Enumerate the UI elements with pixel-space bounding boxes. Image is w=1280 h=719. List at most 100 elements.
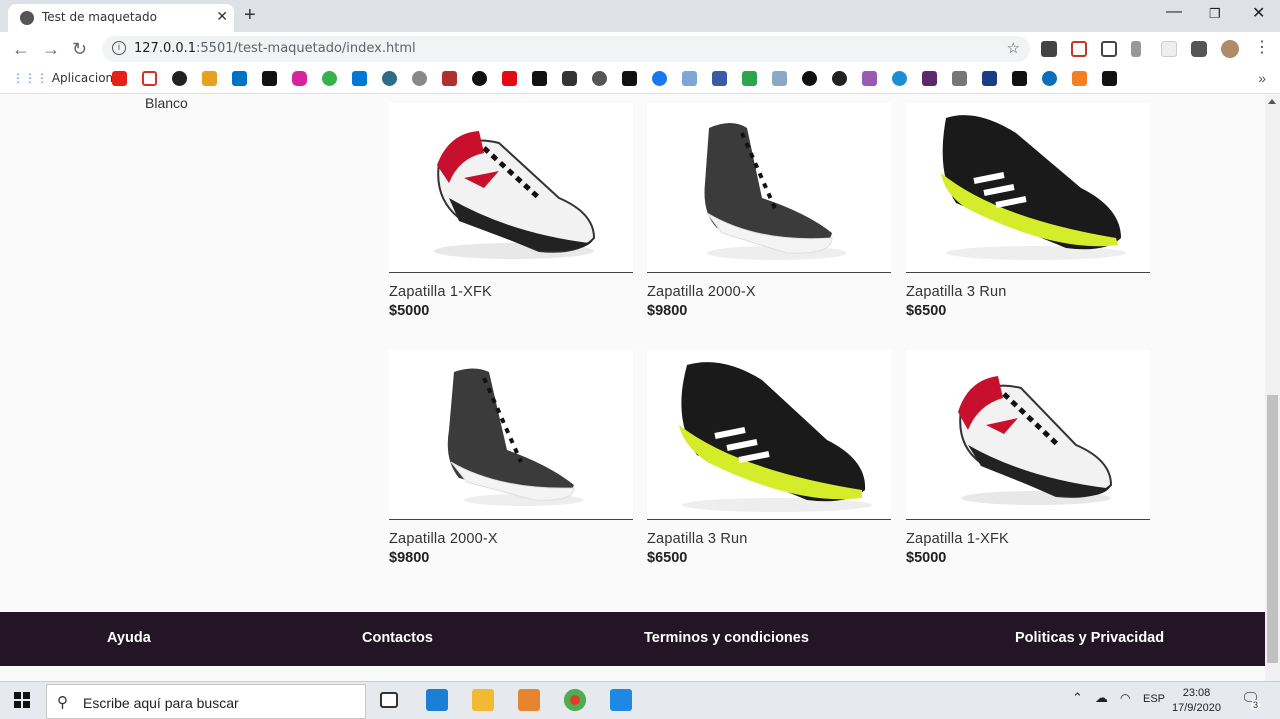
white-red-sneaker-image[interactable] [906, 350, 1150, 520]
dev-icon[interactable] [1012, 71, 1027, 86]
new-tab-icon[interactable]: + [244, 4, 256, 27]
eyedropper-icon[interactable] [1131, 41, 1141, 57]
bookmark-icon[interactable] [772, 71, 787, 86]
minimize-icon[interactable]: — [1166, 3, 1182, 21]
outlook-icon[interactable] [232, 71, 247, 86]
bookmark-icon[interactable] [262, 71, 277, 86]
bookmark-icon[interactable] [922, 71, 937, 86]
bookmark-icon[interactable] [562, 71, 577, 86]
bookmark-icon[interactable] [652, 71, 667, 86]
white-red-sneaker-image[interactable] [389, 103, 633, 273]
reload-icon[interactable]: ↻ [72, 39, 87, 60]
bookmark-icon[interactable] [592, 71, 607, 86]
forward-icon[interactable]: → [42, 39, 60, 60]
browser-toolbar: ← → ↻ i 127.0.0.1:5501/test-maquetado/in… [0, 32, 1280, 66]
sublime-icon[interactable] [518, 689, 540, 711]
bookmark-icon[interactable] [802, 71, 817, 86]
puzzle-icon[interactable] [1191, 41, 1207, 57]
product-name: Zapatilla 1-XFK [389, 284, 492, 300]
back-icon[interactable]: ← [12, 39, 30, 60]
language-indicator[interactable]: ESP [1143, 693, 1165, 705]
product-name: Zapatilla 2000-X [647, 284, 756, 300]
footer-link-privacidad[interactable]: Politicas y Privacidad [1015, 630, 1164, 646]
scrollbar-thumb[interactable] [1267, 395, 1278, 663]
stackoverflow-icon[interactable] [1072, 71, 1087, 86]
chrome-icon[interactable] [564, 689, 586, 711]
bookmark-icon[interactable] [322, 71, 337, 86]
black-hightop-image[interactable] [647, 103, 891, 273]
extension-icon[interactable] [1161, 41, 1177, 57]
gmail-icon[interactable] [142, 71, 157, 86]
address-bar[interactable]: i 127.0.0.1:5501/test-maquetado/index.ht… [102, 36, 1030, 62]
bookmark-icon[interactable] [382, 71, 397, 86]
taskbar-search-input[interactable]: ⚲ Escribe aquí para buscar [46, 684, 366, 719]
file-explorer-icon[interactable] [472, 689, 494, 711]
product-price: $5000 [906, 550, 947, 566]
bookmark-icon[interactable] [742, 71, 757, 86]
page-viewport: Blanco Zapatilla 1-XFK $5000 Zapatilla 2… [0, 95, 1265, 681]
extension-icon[interactable] [1071, 41, 1087, 57]
bookmark-star-icon[interactable]: ☆ [1007, 39, 1020, 57]
wifi-icon[interactable]: ◠ [1120, 691, 1130, 705]
browser-tab[interactable]: Test de maquetado ✕ [8, 4, 234, 32]
product-card[interactable]: Zapatilla 3 Run $6500 [906, 103, 1150, 319]
footer-link-ayuda[interactable]: Ayuda [107, 630, 151, 646]
bookmark-icon[interactable] [532, 71, 547, 86]
github-icon[interactable] [172, 71, 187, 86]
windows-taskbar: ⚲ Escribe aquí para buscar ⌃ ☁ ◠ ESP 23:… [0, 681, 1280, 719]
task-view-icon[interactable] [380, 692, 398, 708]
bookmark-icon[interactable] [712, 71, 727, 86]
clock-time: 23:08 [1182, 687, 1211, 699]
bookmark-icon[interactable] [1102, 71, 1117, 86]
black-yellow-runner-image[interactable] [647, 350, 891, 520]
footer-link-terminos[interactable]: Terminos y condiciones [644, 630, 809, 646]
outlook-icon[interactable] [352, 71, 367, 86]
product-card[interactable]: Zapatilla 2000-X $9800 [647, 103, 891, 319]
mail-icon[interactable] [426, 689, 448, 711]
extension-icon[interactable] [1041, 41, 1057, 57]
more-bookmarks-icon[interactable]: » [1258, 70, 1266, 86]
windows-start-icon[interactable] [14, 692, 30, 708]
bookmark-icon[interactable] [982, 71, 997, 86]
product-card[interactable]: Zapatilla 2000-X $9800 [389, 350, 633, 566]
color-filter-label[interactable]: Blanco [145, 95, 188, 111]
bookmark-icon[interactable] [952, 71, 967, 86]
apps-bookmark[interactable]: ⋮⋮⋮ Aplicaciones [12, 71, 127, 85]
black-yellow-runner-image[interactable] [906, 103, 1150, 273]
vscode-icon[interactable] [610, 689, 632, 711]
bookmark-icon[interactable] [862, 71, 877, 86]
chevron-up-icon[interactable]: ⌃ [1072, 690, 1083, 706]
youtube-icon[interactable] [112, 71, 127, 86]
screenshot-icon[interactable] [1101, 41, 1117, 57]
close-window-icon[interactable]: ✕ [1252, 3, 1265, 23]
notification-count: 3 [1251, 700, 1261, 710]
netflix-icon[interactable] [502, 71, 517, 86]
onedrive-icon[interactable]: ☁ [1095, 690, 1108, 706]
vertical-scrollbar[interactable] [1265, 95, 1280, 681]
menu-icon[interactable]: ⋮ [1254, 37, 1270, 57]
avatar[interactable] [1221, 40, 1239, 58]
footer-link-contactos[interactable]: Contactos [362, 630, 433, 646]
info-icon[interactable]: i [112, 41, 126, 55]
bookmark-icon[interactable] [472, 71, 487, 86]
restore-icon[interactable]: ❐ [1209, 6, 1221, 22]
bookmark-icon[interactable] [622, 71, 637, 86]
bookmark-icon[interactable] [1042, 71, 1057, 86]
product-price: $5000 [389, 303, 430, 319]
product-card[interactable]: Zapatilla 3 Run $6500 [647, 350, 891, 566]
instagram-icon[interactable] [292, 71, 307, 86]
scroll-up-icon[interactable] [1268, 99, 1276, 104]
product-card[interactable]: Zapatilla 1-XFK $5000 [389, 103, 633, 319]
bookmark-icon[interactable] [832, 71, 847, 86]
bookmark-icon[interactable] [202, 71, 217, 86]
bookmark-icon[interactable] [682, 71, 697, 86]
bookmark-icon[interactable] [442, 71, 457, 86]
browser-titlebar: Test de maquetado ✕ + — ❐ ✕ [0, 0, 1280, 32]
close-tab-icon[interactable]: ✕ [216, 8, 228, 25]
black-hightop-image[interactable] [389, 350, 633, 520]
clock[interactable]: 23:08 17/9/2020 [1172, 686, 1221, 716]
wordpress-icon[interactable] [412, 71, 427, 86]
search-placeholder: Escribe aquí para buscar [83, 695, 239, 711]
bookmark-icon[interactable] [892, 71, 907, 86]
product-card[interactable]: Zapatilla 1-XFK $5000 [906, 350, 1150, 566]
